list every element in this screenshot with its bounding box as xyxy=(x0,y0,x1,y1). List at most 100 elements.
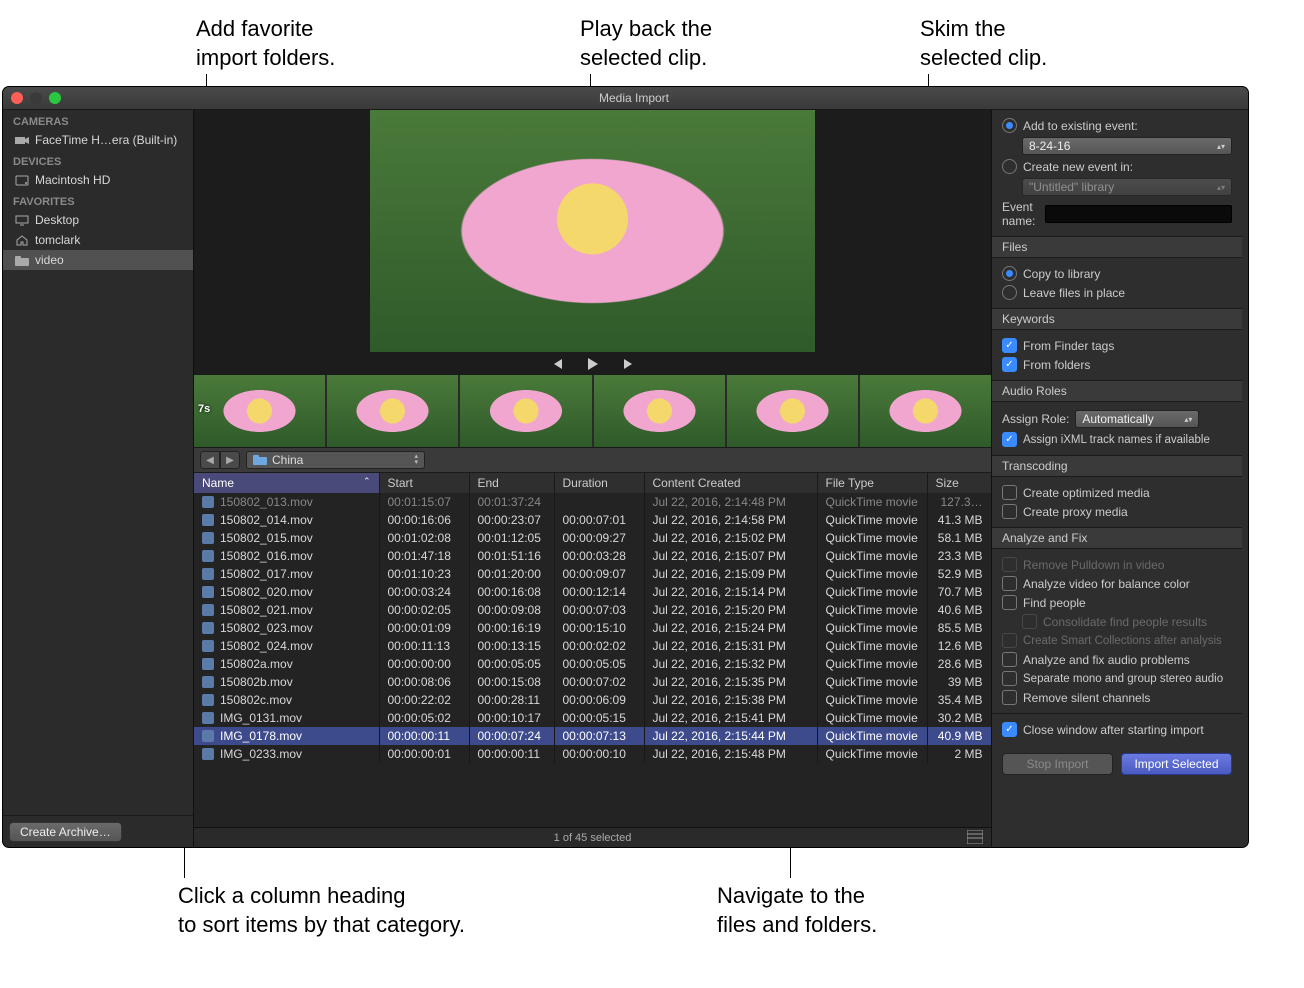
view-toggle-icon[interactable] xyxy=(967,830,983,847)
close-icon[interactable] xyxy=(11,92,23,104)
filmstrip-thumb[interactable] xyxy=(860,375,991,447)
table-row[interactable]: 150802_023.mov00:00:01:0900:00:16:1900:0… xyxy=(194,619,991,637)
from-folders-check[interactable] xyxy=(1002,357,1017,372)
cell-start: 00:00:22:02 xyxy=(379,691,469,709)
create-archive-button[interactable]: Create Archive… xyxy=(9,822,122,842)
nav-back-icon[interactable]: ◀ xyxy=(200,451,220,469)
cell-end: 00:01:12:05 xyxy=(469,529,554,547)
filmstrip-thumb[interactable]: 7s xyxy=(194,375,325,447)
table-row[interactable]: 150802_014.mov00:00:16:0600:00:23:0700:0… xyxy=(194,511,991,529)
existing-event-select[interactable]: 8-24-16 ▴▾ xyxy=(1022,137,1232,155)
remove-silent-check[interactable] xyxy=(1002,690,1017,705)
filmstrip-thumb[interactable] xyxy=(727,375,858,447)
find-people-check[interactable] xyxy=(1002,595,1017,610)
add-to-existing-radio[interactable] xyxy=(1002,118,1017,133)
cell-duration: 00:00:02:02 xyxy=(554,637,644,655)
table-row[interactable]: IMG_0131.mov00:00:05:0200:00:10:1700:00:… xyxy=(194,709,991,727)
event-name-field[interactable] xyxy=(1045,205,1232,223)
filmstrip[interactable]: 7s xyxy=(194,375,991,447)
sidebar-item[interactable]: Macintosh HD xyxy=(3,170,193,190)
table-row[interactable]: 150802_016.mov00:01:47:1800:01:51:1600:0… xyxy=(194,547,991,565)
cell-start: 00:00:16:06 xyxy=(379,511,469,529)
media-import-window: Media Import CAMERASFaceTime H…era (Buil… xyxy=(3,87,1248,847)
column-header-end[interactable]: End xyxy=(469,473,554,493)
column-header-size[interactable]: Size xyxy=(927,473,991,493)
callout-skim: Skim the selected clip. xyxy=(920,15,1047,72)
cell-content-created: Jul 22, 2016, 2:15:38 PM xyxy=(644,691,817,709)
nav-forward-icon[interactable]: ▶ xyxy=(220,451,240,469)
cell-size: 2 MB xyxy=(927,745,991,763)
cell-start: 00:00:00:11 xyxy=(379,727,469,745)
preview-image[interactable] xyxy=(370,110,815,352)
cell-duration: 00:00:07:03 xyxy=(554,601,644,619)
column-header-start[interactable]: Start xyxy=(379,473,469,493)
cell-duration: 00:00:12:14 xyxy=(554,583,644,601)
import-selected-button[interactable]: Import Selected xyxy=(1121,753,1232,775)
table-row[interactable]: 150802_013.mov00:01:15:0700:01:37:24Jul … xyxy=(194,493,991,511)
sidebar-item[interactable]: video xyxy=(3,250,193,270)
next-clip-icon[interactable] xyxy=(621,356,637,372)
prev-clip-icon[interactable] xyxy=(549,356,565,372)
sidebar: CAMERASFaceTime H…era (Built-in)DEVICESM… xyxy=(3,110,194,847)
optimized-media-check[interactable] xyxy=(1002,485,1017,500)
assign-role-value: Automatically xyxy=(1082,412,1153,426)
table-row[interactable]: IMG_0233.mov00:00:00:0100:00:00:1100:00:… xyxy=(194,745,991,763)
column-header-file-type[interactable]: File Type xyxy=(817,473,927,493)
movie-file-icon xyxy=(202,514,214,526)
file-name: 150802c.mov xyxy=(220,693,292,707)
library-select-value: "Untitled" library xyxy=(1029,180,1114,194)
preview-area xyxy=(194,110,991,375)
table-row[interactable]: 150802a.mov00:00:00:0000:00:05:0500:00:0… xyxy=(194,655,991,673)
files-section-header: Files xyxy=(992,236,1242,258)
proxy-media-check[interactable] xyxy=(1002,504,1017,519)
table-row[interactable]: 150802b.mov00:00:08:0600:00:15:0800:00:0… xyxy=(194,673,991,691)
leave-files-radio[interactable] xyxy=(1002,285,1017,300)
table-row[interactable]: IMG_0178.mov00:00:00:1100:00:07:2400:00:… xyxy=(194,727,991,745)
cell-size: 23.3 MB xyxy=(927,547,991,565)
copy-to-library-radio[interactable] xyxy=(1002,266,1017,281)
table-row[interactable]: 150802_020.mov00:00:03:2400:00:16:0800:0… xyxy=(194,583,991,601)
sidebar-item[interactable]: tomclark xyxy=(3,230,193,250)
table-row[interactable]: 150802_015.mov00:01:02:0800:01:12:0500:0… xyxy=(194,529,991,547)
cell-start: 00:00:00:01 xyxy=(379,745,469,763)
assign-role-select[interactable]: Automatically ▴▾ xyxy=(1075,410,1199,428)
assign-ixml-check[interactable] xyxy=(1002,432,1017,447)
sidebar-item[interactable]: FaceTime H…era (Built-in) xyxy=(3,130,193,150)
column-header-content-created[interactable]: Content Created xyxy=(644,473,817,493)
column-header-duration[interactable]: Duration xyxy=(554,473,644,493)
filmstrip-thumb[interactable] xyxy=(327,375,458,447)
from-finder-tags-check[interactable] xyxy=(1002,338,1017,353)
cell-content-created: Jul 22, 2016, 2:15:14 PM xyxy=(644,583,817,601)
analyze-audio-check[interactable] xyxy=(1002,652,1017,667)
separate-mono-label: Separate mono and group stereo audio xyxy=(1023,673,1223,685)
analyze-video-check[interactable] xyxy=(1002,576,1017,591)
folder-select[interactable]: China ▴▾ xyxy=(246,451,425,469)
create-new-event-radio[interactable] xyxy=(1002,159,1017,174)
titlebar: Media Import xyxy=(3,87,1248,110)
table-row[interactable]: 150802_021.mov00:00:02:0500:00:09:0800:0… xyxy=(194,601,991,619)
filmstrip-thumb[interactable] xyxy=(594,375,725,447)
cell-file-type: QuickTime movie xyxy=(817,655,927,673)
sidebar-item[interactable]: Desktop xyxy=(3,210,193,230)
minimize-icon[interactable] xyxy=(30,92,42,104)
file-name: 150802_015.mov xyxy=(220,531,313,545)
filmstrip-thumb[interactable] xyxy=(460,375,591,447)
cell-start: 00:00:00:00 xyxy=(379,655,469,673)
separate-mono-check[interactable] xyxy=(1002,671,1017,686)
maximize-icon[interactable] xyxy=(49,92,61,104)
table-row[interactable]: 150802c.mov00:00:22:0200:00:28:1100:00:0… xyxy=(194,691,991,709)
audio-roles-section-header: Audio Roles xyxy=(992,380,1242,402)
movie-file-icon xyxy=(202,532,214,544)
file-name: 150802_017.mov xyxy=(220,567,313,581)
cell-end: 00:00:15:08 xyxy=(469,673,554,691)
cell-end: 00:00:16:08 xyxy=(469,583,554,601)
clip-duration-badge: 7s xyxy=(198,403,210,415)
cell-file-type: QuickTime movie xyxy=(817,511,927,529)
close-window-check[interactable] xyxy=(1002,722,1017,737)
cell-start: 00:00:03:24 xyxy=(379,583,469,601)
table-row[interactable]: 150802_024.mov00:00:11:1300:00:13:1500:0… xyxy=(194,637,991,655)
movie-file-icon xyxy=(202,658,214,670)
table-row[interactable]: 150802_017.mov00:01:10:2300:01:20:0000:0… xyxy=(194,565,991,583)
play-icon[interactable] xyxy=(585,356,601,372)
column-header-name[interactable]: Name⌃ xyxy=(194,473,379,493)
